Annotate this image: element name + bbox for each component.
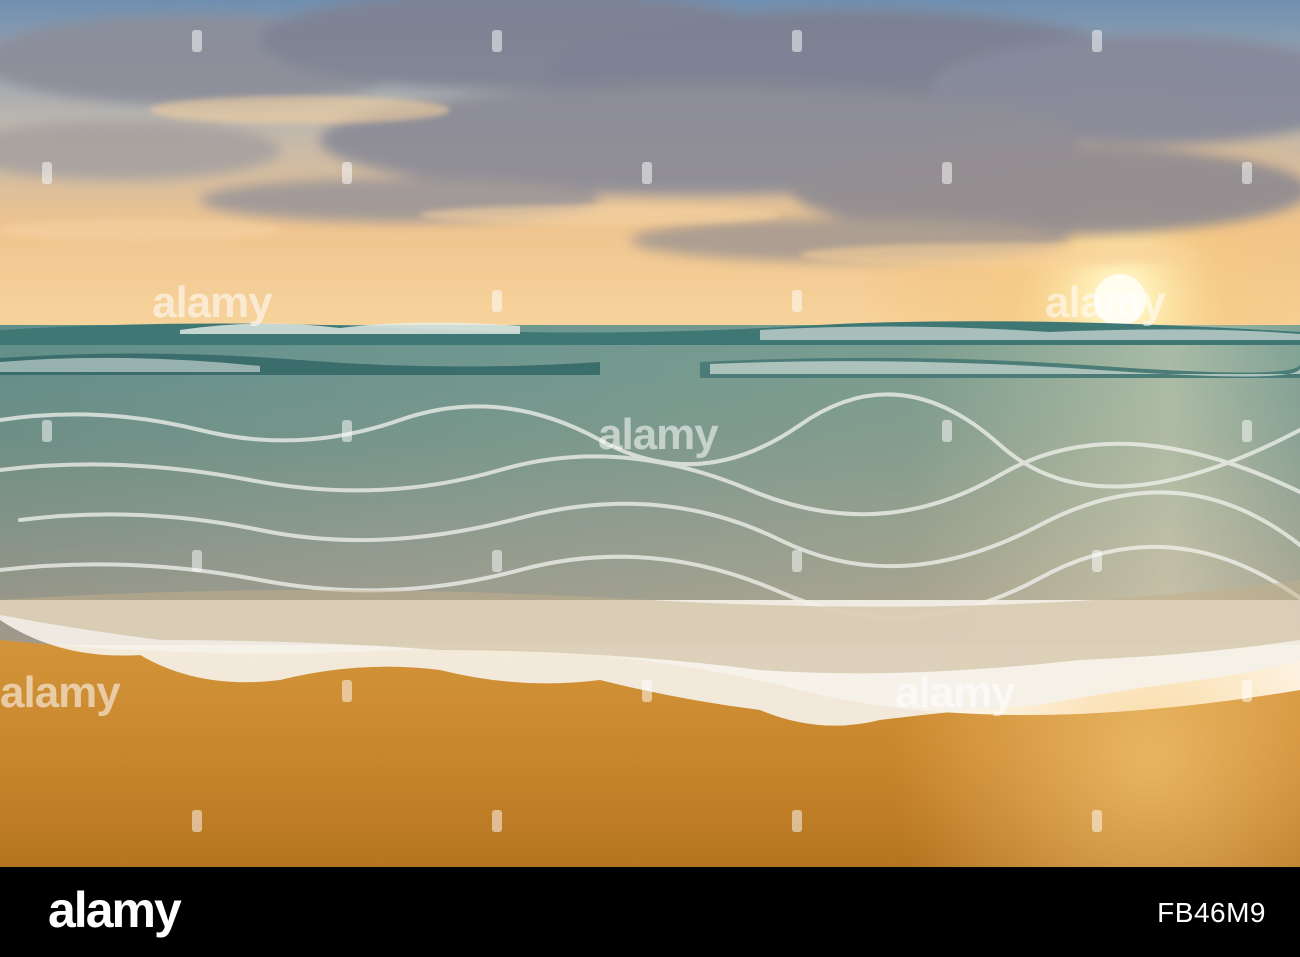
watermark-text: alamy xyxy=(152,278,273,327)
watermark-mark xyxy=(942,420,952,442)
watermark-mark xyxy=(792,550,802,572)
watermark-mark xyxy=(492,30,502,52)
watermark-mark xyxy=(492,290,502,312)
watermark-text: alamy xyxy=(895,668,1016,717)
watermark-text: alamy xyxy=(598,410,719,459)
watermark-mark xyxy=(492,550,502,572)
image-id: FB46M9 xyxy=(1157,897,1266,928)
watermark-mark xyxy=(192,30,202,52)
watermark-mark xyxy=(1092,810,1102,832)
watermark-mark xyxy=(342,162,352,184)
watermark-mark xyxy=(642,680,652,702)
watermark-mark xyxy=(792,290,802,312)
watermark-mark xyxy=(342,680,352,702)
watermark-mark xyxy=(1092,550,1102,572)
watermark-mark xyxy=(942,162,952,184)
watermark-mark xyxy=(42,162,52,184)
watermark-mark xyxy=(642,162,652,184)
watermark-mark xyxy=(192,550,202,572)
watermark-mark xyxy=(792,810,802,832)
watermark-mark xyxy=(1092,30,1102,52)
watermark-mark xyxy=(342,420,352,442)
beach-sunset-photo: alamy alamy alamy alamy alamy xyxy=(0,0,1300,867)
watermark-text: alamy xyxy=(0,668,121,717)
watermark-mark xyxy=(492,810,502,832)
watermark-mark xyxy=(1242,420,1252,442)
watermark-text: alamy xyxy=(1045,278,1166,327)
watermark-mark xyxy=(192,810,202,832)
footer-bar: alamy FB46M9 xyxy=(0,867,1300,957)
watermark-mark xyxy=(792,30,802,52)
watermark-mark xyxy=(1242,680,1252,702)
watermark-mark xyxy=(42,420,52,442)
alamy-logo: alamy xyxy=(48,882,182,938)
watermark-mark xyxy=(1242,162,1252,184)
